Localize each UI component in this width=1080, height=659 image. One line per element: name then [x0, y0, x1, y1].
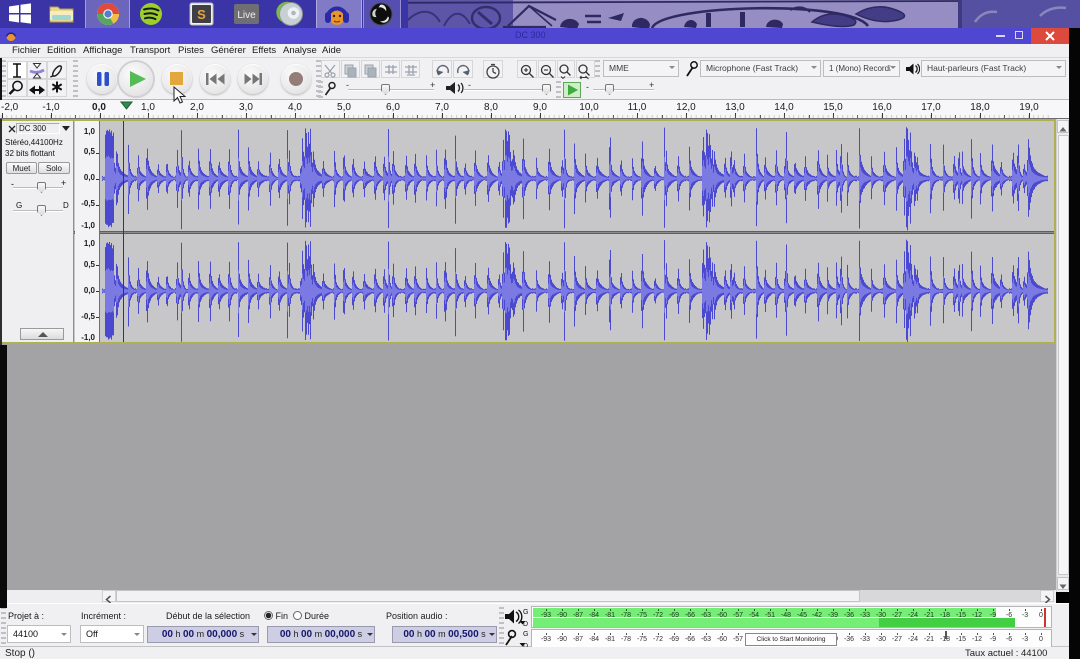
svg-text:G: G [523, 609, 528, 616]
svg-text:S: S [197, 7, 206, 22]
svg-text:Live: Live [237, 10, 256, 21]
svg-text:G: G [523, 631, 528, 638]
